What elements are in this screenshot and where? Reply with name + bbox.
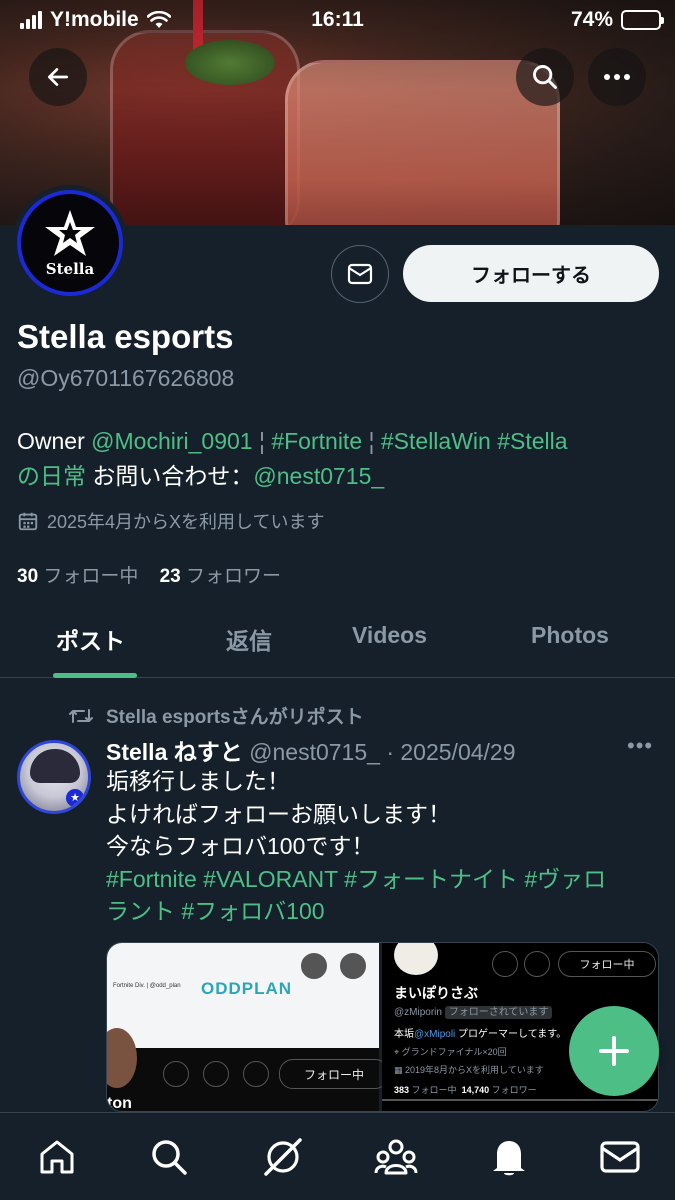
- avatar-star-badge: ★: [66, 789, 84, 807]
- nav-messages[interactable]: [598, 1135, 642, 1179]
- battery-percent: 74%: [570, 8, 613, 31]
- search-button[interactable]: [516, 48, 574, 106]
- battery-indicator: 74%: [570, 8, 664, 32]
- follow-button[interactable]: フォローする: [403, 245, 659, 302]
- bio-mention-contact[interactable]: @nest0715_: [253, 463, 384, 489]
- repost-indicator: Stella esportsさんがリポスト: [68, 702, 364, 729]
- bio-hashtag-fortnite[interactable]: #Fortnite: [271, 428, 362, 454]
- bio-owner: Owner: [17, 428, 85, 454]
- profile-name: Stella esports: [17, 318, 234, 355]
- bottom-navigation: [0, 1112, 675, 1200]
- calendar-icon: [18, 512, 38, 531]
- tab-photos[interactable]: Photos: [531, 622, 609, 649]
- joined-text: 2025年4月からXを利用しています: [47, 512, 325, 532]
- mail-icon: [347, 263, 373, 285]
- tweet-line: よければフォローお願いします！: [106, 800, 451, 827]
- profile-bio: Owner @Mochiri_0901 ¦ #Fortnite ¦ #Stell…: [17, 424, 657, 494]
- compose-fab[interactable]: [569, 1006, 659, 1096]
- plus-icon: [599, 1036, 629, 1066]
- tweet-author-name[interactable]: Stella ねすと: [106, 739, 243, 765]
- mini-icon: [243, 1061, 269, 1087]
- tweet-hashtags[interactable]: #Fortnite #VALORANT #フォートナイト #ヴァロ: [106, 863, 661, 896]
- tweet-author-handle[interactable]: @nest0715_: [249, 739, 380, 765]
- mini-icon: [163, 1061, 189, 1087]
- media-right-bio: 本垢@xMipoli プロゲーマーしてます。: [394, 1029, 567, 1040]
- tweet-text: 垢移行しました！ よければフォローお願いします！ 今ならフォロバ100です！ #…: [106, 765, 661, 928]
- nav-home[interactable]: [35, 1135, 79, 1179]
- arrow-left-icon: [47, 68, 69, 86]
- bio-separator: ¦: [258, 428, 265, 454]
- media-left-brand: ODDPLAN: [201, 979, 293, 998]
- message-button[interactable]: [331, 245, 389, 303]
- mini-icon: [492, 951, 518, 977]
- nav-notifications[interactable]: [487, 1135, 531, 1179]
- tweet-more-icon[interactable]: •••: [627, 733, 653, 759]
- grok-icon: [264, 1138, 302, 1176]
- status-bar: Y!mobile 16:11 74%: [0, 0, 675, 40]
- more-horizontal-icon: [604, 74, 630, 80]
- media-image-left[interactable]: Fortnite Div. | @odd_plan ODDPLAN フォロー中 …: [107, 943, 389, 1112]
- home-icon: [40, 1140, 74, 1174]
- mini-icon: [203, 1061, 229, 1087]
- media-right-joined: ▦ 2019年8月からXを利用しています: [394, 1065, 544, 1075]
- media-right-avatar: [394, 943, 438, 975]
- nav-search[interactable]: [147, 1135, 191, 1179]
- tab-videos[interactable]: Videos: [352, 622, 427, 649]
- nav-communities[interactable]: [374, 1135, 418, 1179]
- tab-posts[interactable]: ポスト: [56, 622, 125, 656]
- tweet-date[interactable]: 2025/04/29: [400, 739, 515, 765]
- followers-link[interactable]: 23 フォロワー: [160, 566, 281, 587]
- bio-hashtag-stellawin[interactable]: #StellaWin: [381, 428, 491, 454]
- repost-label[interactable]: Stella esportsさんがリポスト: [106, 702, 364, 729]
- battery-icon: [621, 10, 664, 30]
- repost-icon: [69, 708, 93, 723]
- search-icon: [533, 65, 557, 89]
- media-right-location: ⌖ グランドファイナル×20回: [394, 1047, 507, 1057]
- media-right-follow-button: フォロー中: [558, 951, 656, 977]
- bio-separator: ¦: [368, 428, 375, 454]
- tweet-hashtags[interactable]: ラント #フォロバ100: [106, 895, 661, 928]
- mini-icon: [524, 951, 550, 977]
- profile-tabs: ポスト 返信 Videos Photos: [0, 600, 675, 678]
- profile-joined: 2025年4月からXを利用しています: [17, 508, 325, 534]
- tab-replies[interactable]: 返信: [226, 622, 272, 656]
- media-right-stats: 383 フォロー中 14,740 フォロワー: [394, 1085, 537, 1095]
- mini-search-icon: [340, 953, 366, 979]
- follows-you-badge: フォローされています: [444, 1006, 553, 1019]
- messages-mail-icon: [600, 1141, 640, 1173]
- search-icon: [152, 1140, 187, 1175]
- notifications-bell-icon: [493, 1141, 525, 1176]
- nav-grok[interactable]: [261, 1135, 305, 1179]
- tweet-author-avatar[interactable]: ★: [17, 740, 91, 814]
- media-left-small-text: Fortnite Div. | @odd_plan: [113, 983, 181, 989]
- bio-contact: お問い合わせ：: [92, 463, 254, 489]
- active-tab-indicator: [53, 673, 137, 678]
- tweet-line: 今ならフォロバ100です！: [106, 833, 375, 859]
- more-options-button[interactable]: [588, 48, 646, 106]
- tweet-line: 垢移行しました！: [106, 768, 290, 794]
- back-button[interactable]: [29, 48, 87, 106]
- profile-avatar[interactable]: Stella: [12, 185, 128, 301]
- star-logo-icon: [45, 210, 95, 256]
- tweet-dot: ·: [386, 739, 394, 765]
- media-left-name: ton: [107, 1095, 132, 1112]
- profile-handle: @Oy6701167626808: [17, 365, 235, 391]
- tweet-header: Stella ねすと @nest0715_ · 2025/04/29: [106, 733, 516, 767]
- avatar-text: Stella: [45, 260, 95, 278]
- communities-icon: [374, 1139, 418, 1175]
- bio-mention-owner[interactable]: @Mochiri_0901: [91, 428, 252, 454]
- avatar-logo: Stella: [17, 190, 123, 296]
- following-link[interactable]: 30 フォロー中: [17, 566, 138, 587]
- profile-stats: 30 フォロー中 23 フォロワー: [17, 561, 281, 588]
- media-right-name: まいぽりさぶ: [394, 985, 478, 1001]
- media-left-follow-button: フォロー中: [279, 1059, 389, 1089]
- media-right-handle: @zMiporin: [394, 1007, 442, 1018]
- mini-hide-icon: [301, 953, 327, 979]
